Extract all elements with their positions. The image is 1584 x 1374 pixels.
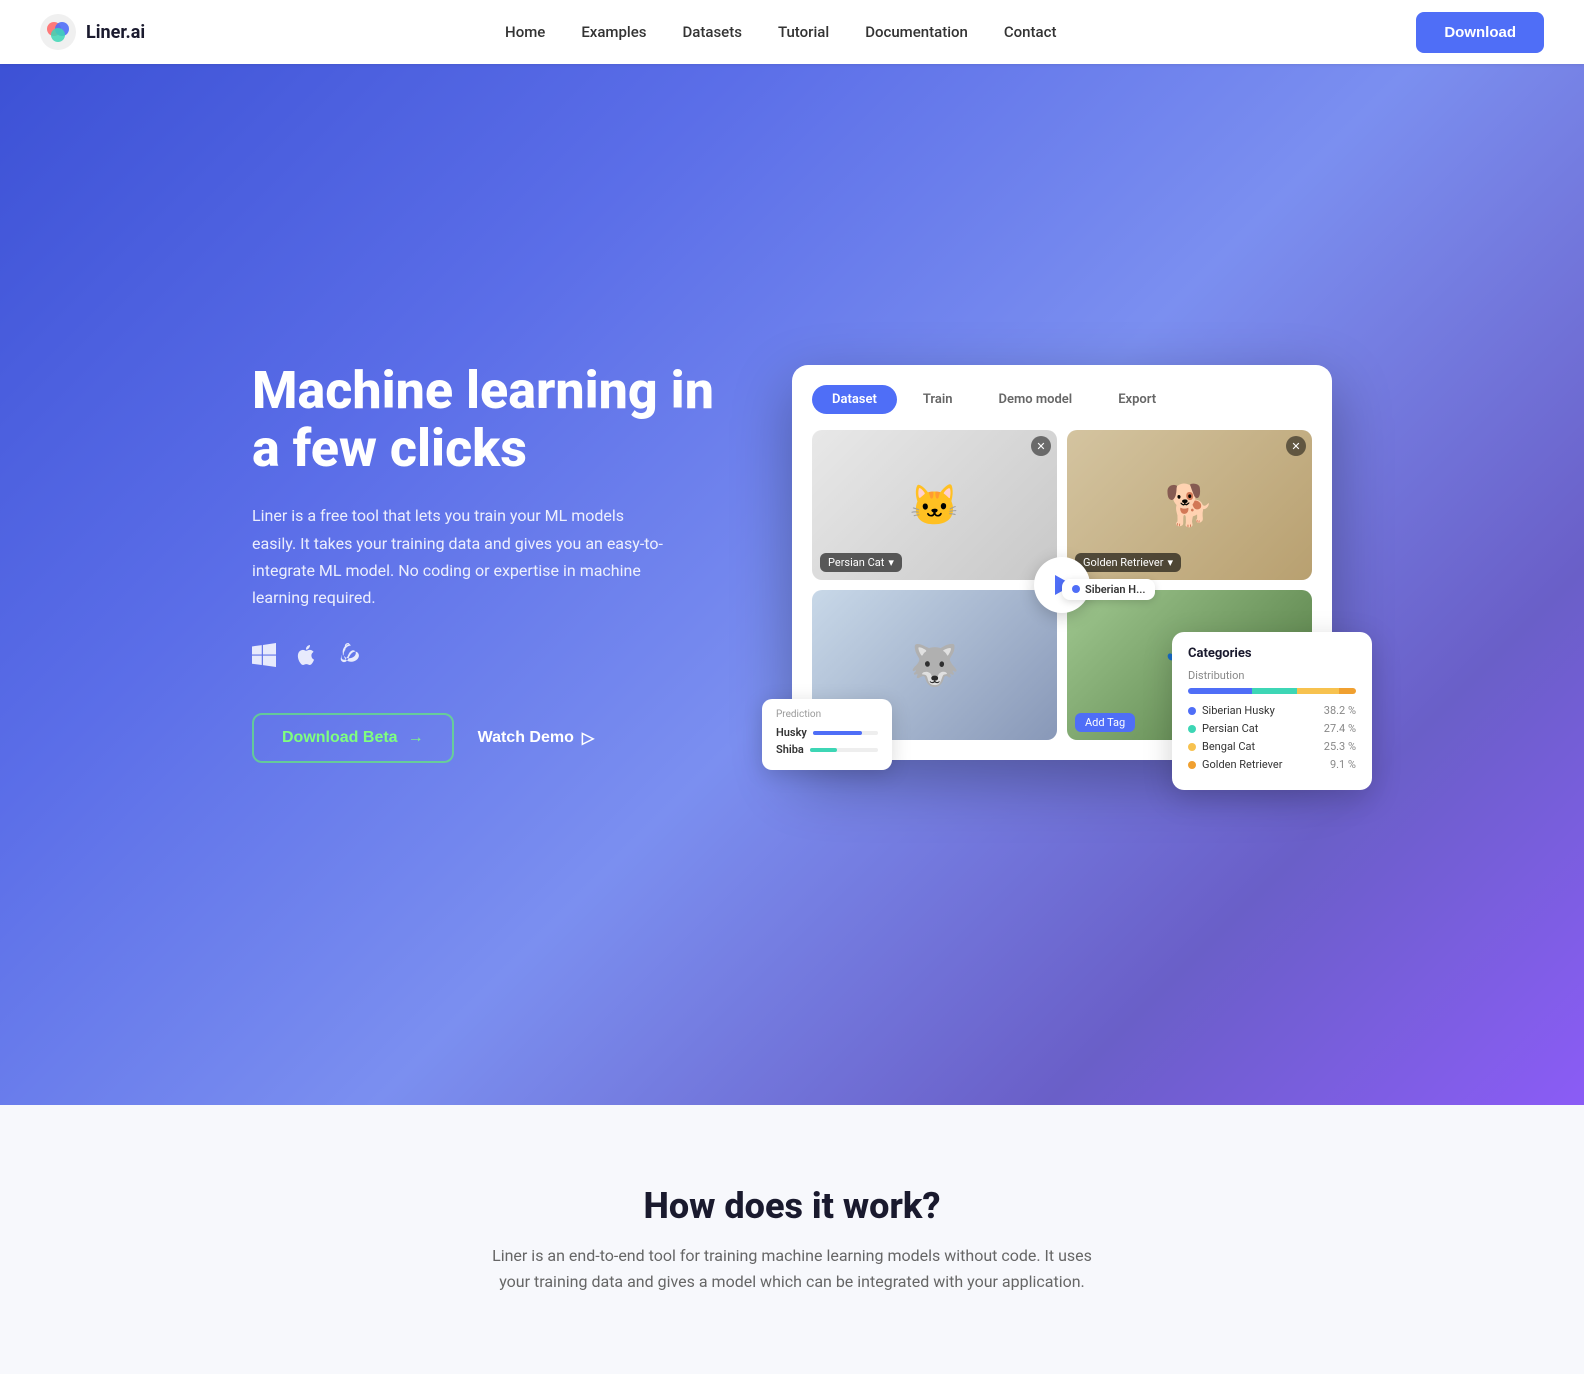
how-description: Liner is an end-to-end tool for training…	[482, 1243, 1102, 1294]
dropdown-icon-2: ▾	[1167, 556, 1173, 569]
nav-home[interactable]: Home	[505, 23, 545, 41]
pred-husky-bar	[813, 731, 862, 735]
close-dog-button[interactable]: ✕	[1286, 436, 1306, 456]
siberian-label-bubble: Siberian H...	[1062, 579, 1155, 600]
hero-left: Machine learning in a few clicks Liner i…	[252, 362, 732, 763]
prediction-card: Prediction Husky Shiba	[762, 699, 892, 770]
nav-examples[interactable]: Examples	[581, 23, 646, 41]
how-section: How does it work? Liner is an end-to-end…	[0, 1105, 1584, 1374]
dot-husky	[1188, 707, 1196, 715]
app-tabs: Dataset Train Demo model Export	[812, 385, 1312, 414]
brand-name: Liner.ai	[86, 22, 145, 43]
dot-persian	[1188, 725, 1196, 733]
play-icon: ▷	[582, 728, 594, 748]
hero-ctas: Download Beta → Watch Demo ▷	[252, 713, 732, 763]
image-card-dog: 🐕 ✕ Golden Retriever ▾	[1067, 430, 1312, 580]
cat-item-bengal: Bengal Cat 25.3 %	[1188, 740, 1356, 753]
hero-right: Dataset Train Demo model Export 🐱 ✕ Pers…	[792, 365, 1332, 760]
logo-link[interactable]: Liner.ai	[40, 14, 145, 50]
navbar: Liner.ai Home Examples Datasets Tutorial…	[0, 0, 1584, 64]
dropdown-icon: ▾	[888, 556, 894, 569]
app-mockup: Dataset Train Demo model Export 🐱 ✕ Pers…	[792, 365, 1332, 760]
pred-shiba-bar	[810, 748, 837, 752]
image-card-cat: 🐱 ✕ Persian Cat ▾	[812, 430, 1057, 580]
tab-dataset[interactable]: Dataset	[812, 385, 897, 414]
windows-icon	[252, 643, 276, 673]
dot-bengal	[1188, 743, 1196, 751]
pred-shiba: Shiba	[776, 743, 878, 756]
dot-retriever	[1188, 761, 1196, 769]
apple-icon	[294, 643, 318, 673]
dog-tag: Golden Retriever ▾	[1075, 553, 1181, 572]
hero-section: Machine learning in a few clicks Liner i…	[0, 0, 1584, 1105]
distribution-bar	[1188, 688, 1356, 694]
categories-card: Categories Distribution Siberian Husky 3…	[1172, 632, 1372, 790]
download-beta-button[interactable]: Download Beta →	[252, 713, 454, 763]
tab-demo-model[interactable]: Demo model	[979, 385, 1093, 414]
pred-husky: Husky	[776, 726, 878, 739]
close-cat-button[interactable]: ✕	[1031, 436, 1051, 456]
cat-tag: Persian Cat ▾	[820, 553, 902, 572]
nav-links: Home Examples Datasets Tutorial Document…	[505, 23, 1056, 41]
nav-documentation[interactable]: Documentation	[865, 23, 968, 41]
hero-title: Machine learning in a few clicks	[252, 362, 732, 478]
tab-export[interactable]: Export	[1098, 385, 1176, 414]
os-icons	[252, 643, 732, 673]
cat-item-retriever: Golden Retriever 9.1 %	[1188, 758, 1356, 771]
cat-item-husky: Siberian Husky 38.2 %	[1188, 704, 1356, 717]
tab-train[interactable]: Train	[903, 385, 973, 414]
nav-download-button[interactable]: Download	[1416, 12, 1544, 53]
how-title: How does it work?	[40, 1185, 1544, 1227]
linux-icon	[336, 643, 360, 673]
nav-contact[interactable]: Contact	[1004, 23, 1057, 41]
arrow-right-icon: →	[408, 729, 424, 747]
logo-icon	[40, 14, 76, 50]
watch-demo-button[interactable]: Watch Demo ▷	[478, 728, 595, 748]
siberian-dot-icon	[1072, 585, 1080, 593]
add-tag-puppy-button[interactable]: Add Tag	[1075, 713, 1135, 732]
cat-item-persian: Persian Cat 27.4 %	[1188, 722, 1356, 735]
nav-datasets[interactable]: Datasets	[683, 23, 742, 41]
nav-tutorial[interactable]: Tutorial	[778, 23, 829, 41]
hero-description: Liner is a free tool that lets you train…	[252, 502, 672, 611]
